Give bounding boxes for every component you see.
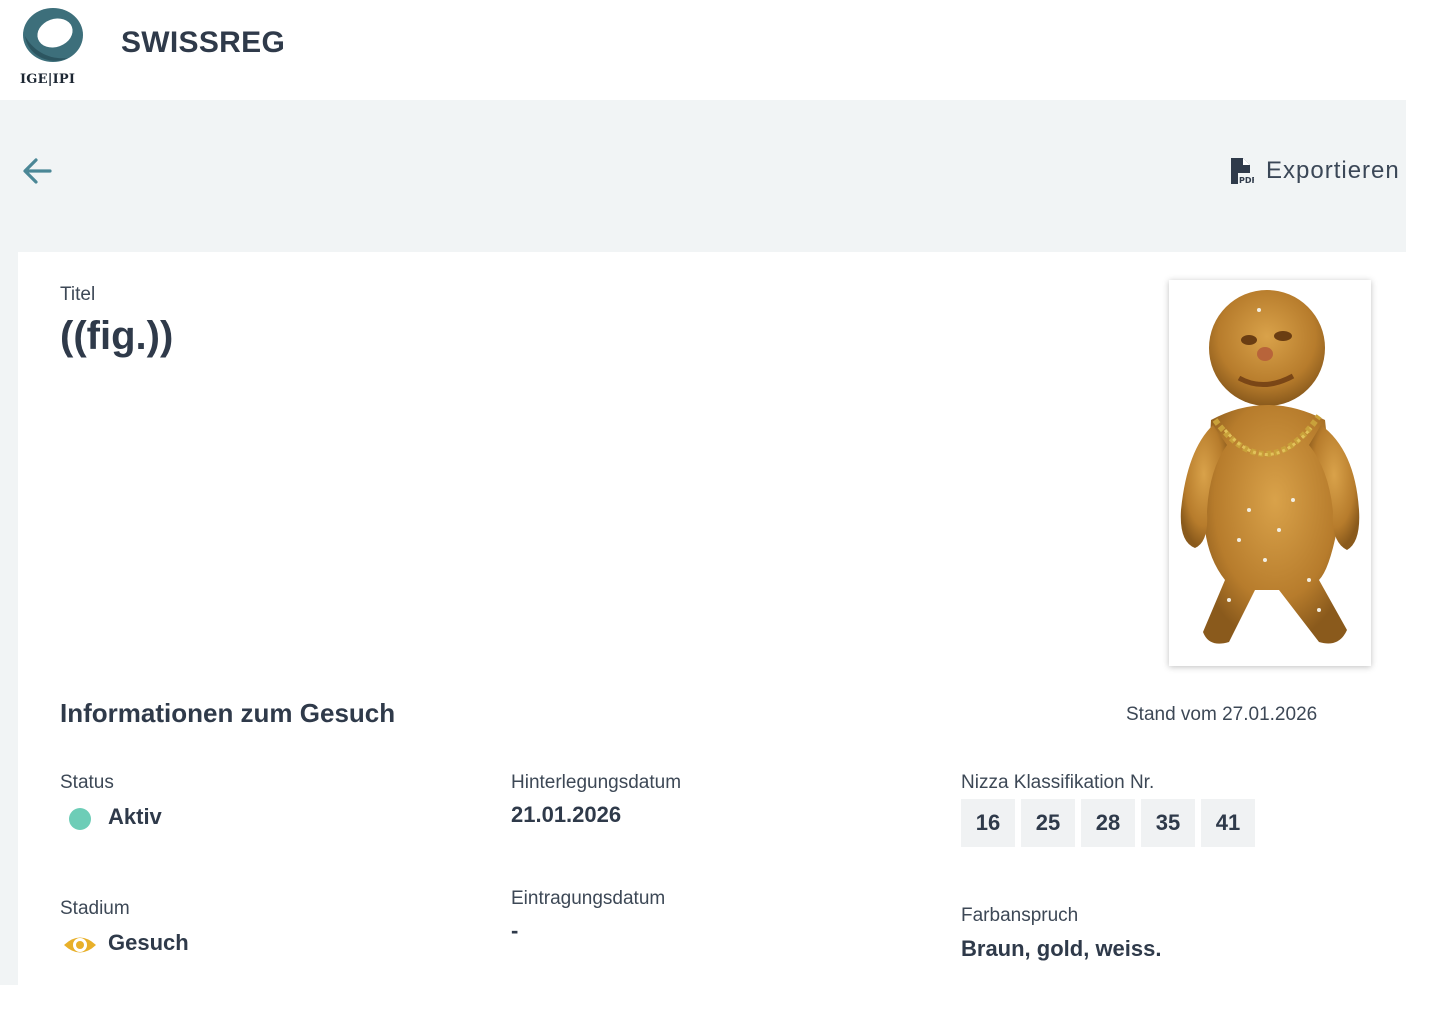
- nice-class-chip[interactable]: 35: [1141, 799, 1195, 847]
- status-value: Aktiv: [108, 804, 162, 829]
- nice-class-chip[interactable]: 25: [1021, 799, 1075, 847]
- section-title: Informationen zum Gesuch: [60, 698, 396, 728]
- color-claim-value: Braun, gold, weiss.: [961, 936, 1162, 961]
- nice-class-chip[interactable]: 28: [1081, 799, 1135, 847]
- arrow-left-icon: [23, 158, 52, 184]
- left-gutter: [0, 252, 18, 985]
- ige-ipi-logo[interactable]: IGE|IPI: [18, 6, 90, 88]
- title-label: Titel: [60, 284, 96, 305]
- filing-date-value: 21.01.2026: [511, 802, 622, 827]
- export-label: Exportieren: [1266, 157, 1400, 184]
- filing-date-label: Hinterlegungsdatum: [511, 772, 682, 793]
- status-dot-icon: [69, 808, 91, 830]
- back-button[interactable]: [20, 154, 56, 188]
- stand-date: Stand vom 27.01.2026: [1126, 704, 1318, 725]
- toolbar: PDF Exportieren: [0, 100, 1406, 252]
- stadium-label: Stadium: [60, 898, 130, 919]
- title-value: ((fig.)): [60, 314, 174, 358]
- registration-date-value: -: [511, 918, 519, 943]
- logo-org-text: IGE|IPI: [20, 72, 76, 87]
- detail-card: Titel ((fig.)) Informationen zum Gesuch …: [18, 252, 1406, 985]
- app-title[interactable]: SWISSREG: [121, 26, 285, 60]
- stadium-value: Gesuch: [108, 930, 189, 955]
- pdf-file-icon: PDF: [1231, 158, 1254, 185]
- eye-icon: [64, 937, 96, 953]
- status-label: Status: [60, 772, 114, 793]
- trademark-image[interactable]: [1169, 280, 1371, 666]
- svg-text:PDF: PDF: [1239, 176, 1254, 185]
- page-bottom: [0, 985, 1430, 1024]
- export-button[interactable]: PDF Exportieren: [1228, 154, 1400, 188]
- registration-date-label: Eintragungsdatum: [511, 888, 666, 909]
- nice-classification-label: Nizza Klassifikation Nr.: [961, 772, 1155, 793]
- app-header: IGE|IPI SWISSREG: [0, 0, 1430, 100]
- nice-class-chip[interactable]: 41: [1201, 799, 1255, 847]
- nice-class-chip[interactable]: 16: [961, 799, 1015, 847]
- nice-classes: 16 25 28 35 41: [961, 799, 1255, 847]
- ige-logo-icon: [23, 8, 83, 62]
- bread-figure-image: [1180, 290, 1360, 644]
- color-claim-label: Farbanspruch: [961, 905, 1079, 926]
